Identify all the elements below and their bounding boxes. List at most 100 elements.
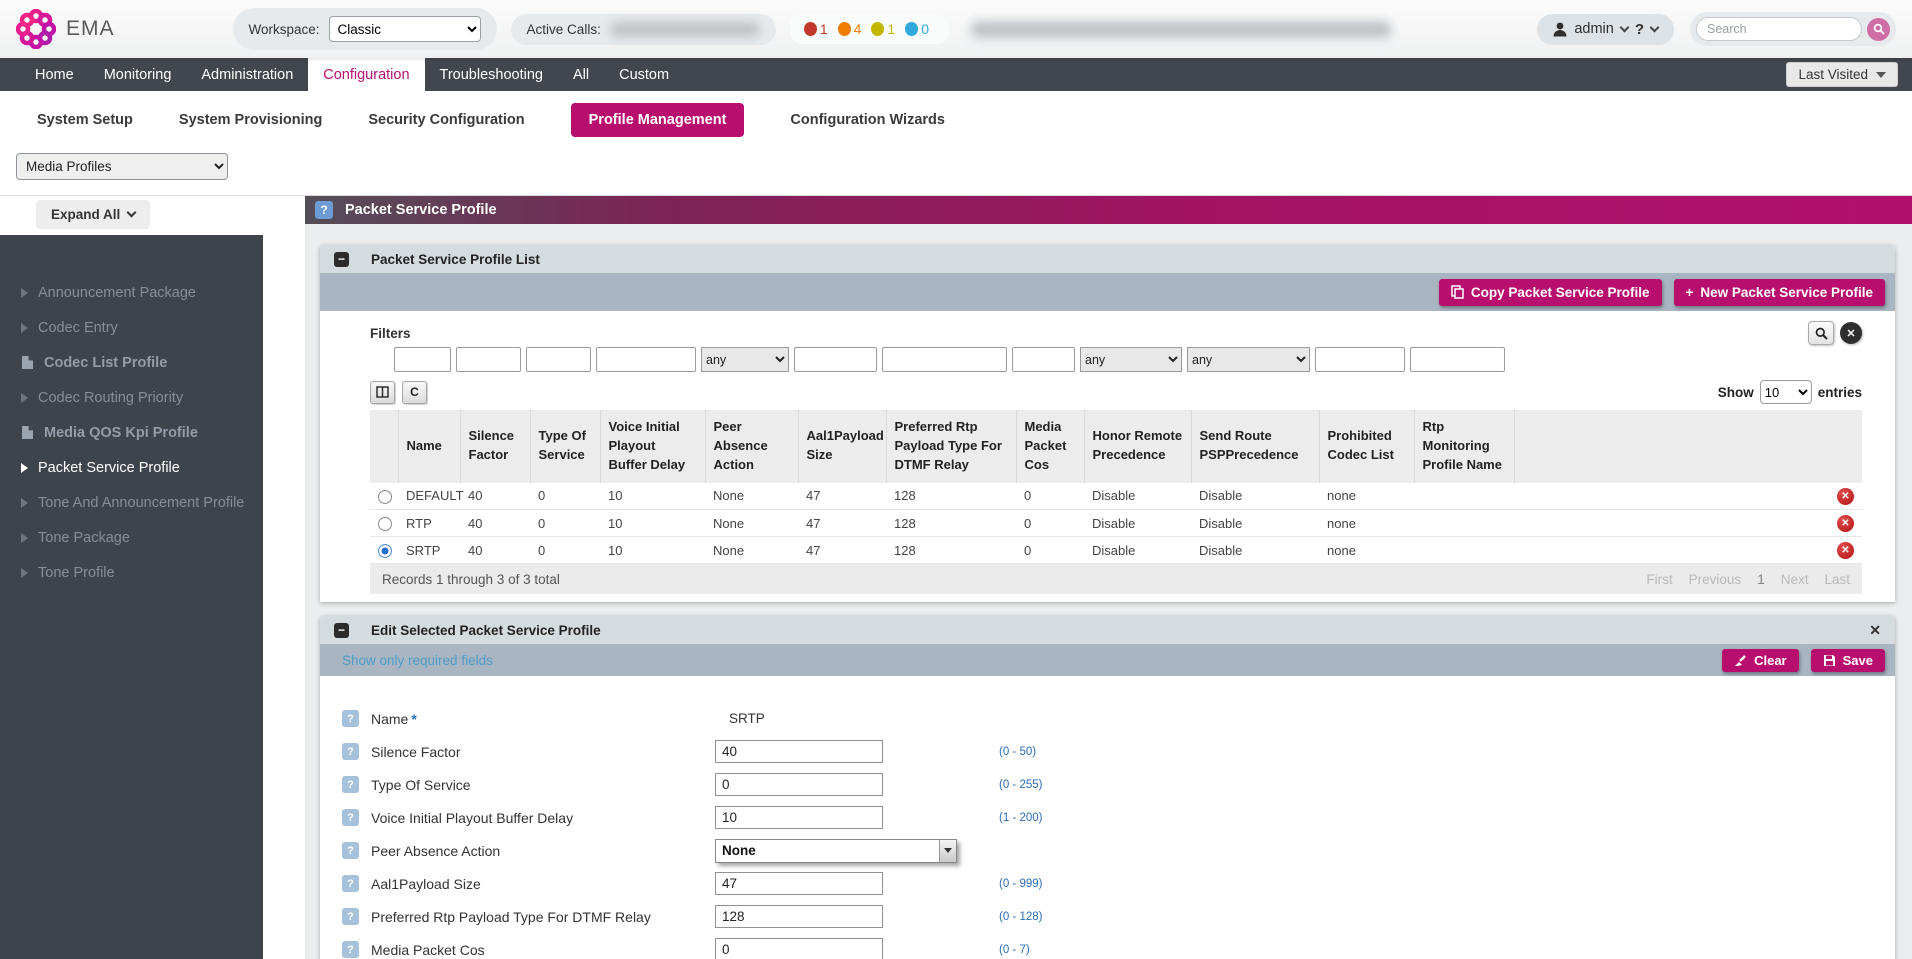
filter-select-send-route-pspprecedence[interactable]: any bbox=[1187, 347, 1310, 372]
row-radio-rtp[interactable] bbox=[378, 517, 392, 531]
new-profile-button[interactable]: + New Packet Service Profile bbox=[1674, 279, 1885, 306]
column-header-aal1payload-size[interactable]: Aal1Payload Size bbox=[798, 410, 886, 483]
collapse-icon[interactable]: − bbox=[334, 623, 349, 638]
field-help-icon[interactable]: ? bbox=[342, 875, 359, 892]
nav-item-monitoring[interactable]: Monitoring bbox=[89, 58, 187, 91]
sidebar-item-tone-package[interactable]: Tone Package bbox=[0, 520, 263, 555]
alarm-summary[interactable]: 1410 bbox=[790, 14, 949, 44]
sidebar-item-media-qos-kpi-profile[interactable]: Media QOS Kpi Profile bbox=[0, 415, 263, 450]
column-header-name[interactable]: Name bbox=[398, 410, 460, 483]
filter-spacer bbox=[370, 347, 394, 373]
filter-select-peer-absence-action[interactable]: any bbox=[701, 347, 789, 372]
sidebar-item-announcement-package[interactable]: Announcement Package bbox=[0, 275, 263, 310]
filter-input-media-packet-cos[interactable] bbox=[1012, 347, 1075, 372]
delete-row-icon[interactable]: ✕ bbox=[1837, 488, 1854, 505]
filter-input-name[interactable] bbox=[394, 347, 451, 372]
column-header-send-route-pspprecedence[interactable]: Send Route PSPPrecedence bbox=[1191, 410, 1319, 483]
sidebar-item-codec-entry[interactable]: Codec Entry bbox=[0, 310, 263, 345]
copy-profile-button[interactable]: Copy Packet Service Profile bbox=[1439, 279, 1662, 306]
row-radio-srtp[interactable] bbox=[378, 544, 392, 558]
column-header-silence-factor[interactable]: Silence Factor bbox=[460, 410, 530, 483]
nav-item-configuration[interactable]: Configuration bbox=[308, 58, 424, 91]
column-header-type-of-service[interactable]: Type Of Service bbox=[530, 410, 600, 483]
field-help-icon[interactable]: ? bbox=[342, 809, 359, 826]
clear-button[interactable]: Clear bbox=[1722, 649, 1799, 672]
sidebar-item-tone-profile[interactable]: Tone Profile bbox=[0, 555, 263, 590]
delete-row-icon[interactable]: ✕ bbox=[1837, 515, 1854, 532]
field-dropdown-peer-absence-action[interactable]: None bbox=[715, 839, 957, 863]
nav-item-all[interactable]: All bbox=[558, 58, 604, 91]
filter-select-honor-remote-precedence[interactable]: any bbox=[1080, 347, 1182, 372]
field-help-icon[interactable]: ? bbox=[342, 941, 359, 958]
row-radio-default[interactable] bbox=[378, 490, 392, 504]
sidebar-item-codec-routing-priority[interactable]: Codec Routing Priority bbox=[0, 380, 263, 415]
nav-item-custom[interactable]: Custom bbox=[604, 58, 684, 91]
search-input[interactable] bbox=[1696, 17, 1862, 41]
profile-category-select[interactable]: Media Profiles bbox=[16, 153, 228, 180]
clear-filters-button[interactable]: ✕ bbox=[1840, 322, 1862, 344]
page-first[interactable]: First bbox=[1646, 572, 1672, 587]
page-next[interactable]: Next bbox=[1781, 572, 1809, 587]
field-help-icon[interactable]: ? bbox=[342, 743, 359, 760]
filter-input-voice-initial-playout-buffer-delay[interactable] bbox=[596, 347, 696, 372]
column-header-media-packet-cos[interactable]: Media Packet Cos bbox=[1016, 410, 1084, 483]
show-required-fields-link[interactable]: Show only required fields bbox=[342, 653, 493, 668]
field-input-aal1payload-size[interactable] bbox=[715, 872, 883, 895]
nav-item-administration[interactable]: Administration bbox=[186, 58, 308, 91]
page-previous[interactable]: Previous bbox=[1689, 572, 1742, 587]
subnav-item-configuration-wizards[interactable]: Configuration Wizards bbox=[790, 103, 945, 137]
filter-input-preferred-rtp-payload-type-for-dtmf-relay[interactable] bbox=[882, 347, 1007, 372]
field-help-icon[interactable]: ? bbox=[342, 908, 359, 925]
field-control bbox=[715, 740, 967, 763]
last-visited-dropdown[interactable]: Last Visited bbox=[1786, 62, 1898, 87]
column-header-voice-initial-playout-buffer-delay[interactable]: Voice Initial Playout Buffer Delay bbox=[600, 410, 705, 483]
subnav-item-security-configuration[interactable]: Security Configuration bbox=[368, 103, 524, 137]
cell-voice-initial-playout-buffer-delay: 10 bbox=[600, 510, 705, 537]
collapse-icon[interactable]: − bbox=[334, 252, 349, 267]
help-menu[interactable]: ? bbox=[1635, 21, 1644, 38]
refresh-button[interactable]: C bbox=[402, 381, 427, 404]
dropdown-button[interactable] bbox=[939, 840, 956, 862]
expand-all-button[interactable]: Expand All bbox=[36, 200, 150, 229]
cell-aal1payload-size: 47 bbox=[798, 483, 886, 510]
filter-input-rtp-monitoring-profile-name[interactable] bbox=[1410, 347, 1505, 372]
filter-input-type-of-service[interactable] bbox=[526, 347, 591, 372]
page-last[interactable]: Last bbox=[1824, 572, 1850, 587]
save-button[interactable]: Save bbox=[1811, 649, 1885, 672]
close-icon[interactable]: ✕ bbox=[1869, 622, 1881, 639]
field-help-icon[interactable]: ? bbox=[342, 776, 359, 793]
filter-input-prohibited-codec-list[interactable] bbox=[1315, 347, 1405, 372]
workspace-select[interactable]: Classic bbox=[329, 16, 481, 42]
field-input-voice-initial-playout-buffer-delay[interactable] bbox=[715, 806, 883, 829]
field-input-type-of-service[interactable] bbox=[715, 773, 883, 796]
field-help-icon[interactable]: ? bbox=[342, 842, 359, 859]
search-button[interactable] bbox=[1867, 18, 1890, 41]
column-header-prohibited-codec-list[interactable]: Prohibited Codec List bbox=[1319, 410, 1414, 483]
nav-item-home[interactable]: Home bbox=[20, 58, 89, 91]
field-help-icon[interactable]: ? bbox=[342, 710, 359, 727]
page-help-icon[interactable]: ? bbox=[315, 201, 333, 219]
nav-item-troubleshooting[interactable]: Troubleshooting bbox=[425, 58, 558, 91]
sidebar-item-codec-list-profile[interactable]: Codec List Profile bbox=[0, 345, 263, 380]
filter-input-silence-factor[interactable] bbox=[456, 347, 521, 372]
page-1[interactable]: 1 bbox=[1757, 572, 1765, 587]
apply-filters-button[interactable] bbox=[1808, 321, 1834, 345]
column-header-peer-absence-action[interactable]: Peer Absence Action bbox=[705, 410, 798, 483]
column-visibility-button[interactable] bbox=[370, 381, 395, 404]
field-input-preferred-rtp-payload-type-for-dtmf-relay[interactable] bbox=[715, 905, 883, 928]
cell-aal1payload-size: 47 bbox=[798, 510, 886, 537]
sidebar-item-tone-and-announcement-profile[interactable]: Tone And Announcement Profile bbox=[0, 485, 263, 520]
field-input-silence-factor[interactable] bbox=[715, 740, 883, 763]
column-header-preferred-rtp-payload-type-for-dtmf-relay[interactable]: Preferred Rtp Payload Type For DTMF Rela… bbox=[886, 410, 1016, 483]
subnav-item-profile-management[interactable]: Profile Management bbox=[571, 103, 745, 137]
column-header-rtp-monitoring-profile-name[interactable]: Rtp Monitoring Profile Name bbox=[1414, 410, 1514, 483]
sidebar-item-packet-service-profile[interactable]: Packet Service Profile bbox=[0, 450, 263, 485]
subnav-item-system-provisioning[interactable]: System Provisioning bbox=[179, 103, 322, 137]
user-menu[interactable]: admin ? bbox=[1537, 14, 1674, 45]
field-input-media-packet-cos[interactable] bbox=[715, 938, 883, 959]
delete-row-icon[interactable]: ✕ bbox=[1837, 542, 1854, 559]
filter-input-aal1payload-size[interactable] bbox=[794, 347, 877, 372]
subnav-item-system-setup[interactable]: System Setup bbox=[37, 103, 133, 137]
column-header-honor-remote-precedence[interactable]: Honor Remote Precedence bbox=[1084, 410, 1191, 483]
entries-select[interactable]: 10 bbox=[1760, 380, 1812, 404]
